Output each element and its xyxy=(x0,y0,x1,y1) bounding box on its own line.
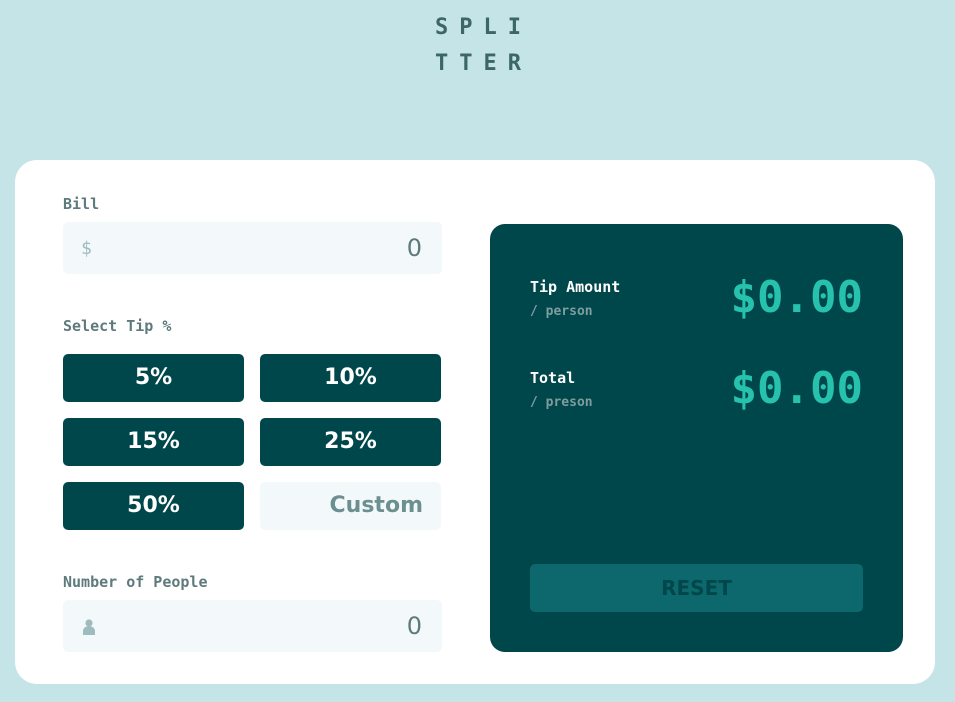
bill-value: 0 xyxy=(406,234,422,262)
tip-amount-label: Tip Amount xyxy=(530,278,621,296)
custom-tip-input[interactable]: Custom xyxy=(260,482,441,530)
tip-amount-value: $0.00 xyxy=(730,272,863,323)
total-value: $0.00 xyxy=(730,363,863,414)
total-label: Total xyxy=(530,369,576,387)
bill-input[interactable]: $ 0 xyxy=(63,222,442,274)
reset-button[interactable]: RESET xyxy=(530,564,863,612)
bill-label: Bill xyxy=(63,195,100,213)
logo-line-1: SPLI xyxy=(435,15,532,40)
people-label: Number of People xyxy=(63,573,208,591)
tip-25-button[interactable]: 25% xyxy=(260,418,441,466)
select-tip-label: Select Tip % xyxy=(63,317,172,335)
dollar-icon: $ xyxy=(81,238,92,259)
person-icon xyxy=(83,619,95,635)
calculator-card: Bill $ 0 Select Tip % 5% 10% 15% 25% 50%… xyxy=(15,160,935,684)
tip-5-button[interactable]: 5% xyxy=(63,354,244,402)
tip-10-button[interactable]: 10% xyxy=(260,354,441,402)
tip-50-button[interactable]: 50% xyxy=(63,482,244,530)
people-value: 0 xyxy=(406,612,422,640)
total-sub: / preson xyxy=(530,395,593,410)
app-logo: SPLI TTER xyxy=(0,10,955,82)
tip-amount-sub: / person xyxy=(530,304,593,319)
people-input[interactable]: 0 xyxy=(63,600,442,652)
logo-line-2: TTER xyxy=(435,51,532,76)
results-panel: Tip Amount / person $0.00 Total / preson… xyxy=(490,224,903,652)
tip-15-button[interactable]: 15% xyxy=(63,418,244,466)
